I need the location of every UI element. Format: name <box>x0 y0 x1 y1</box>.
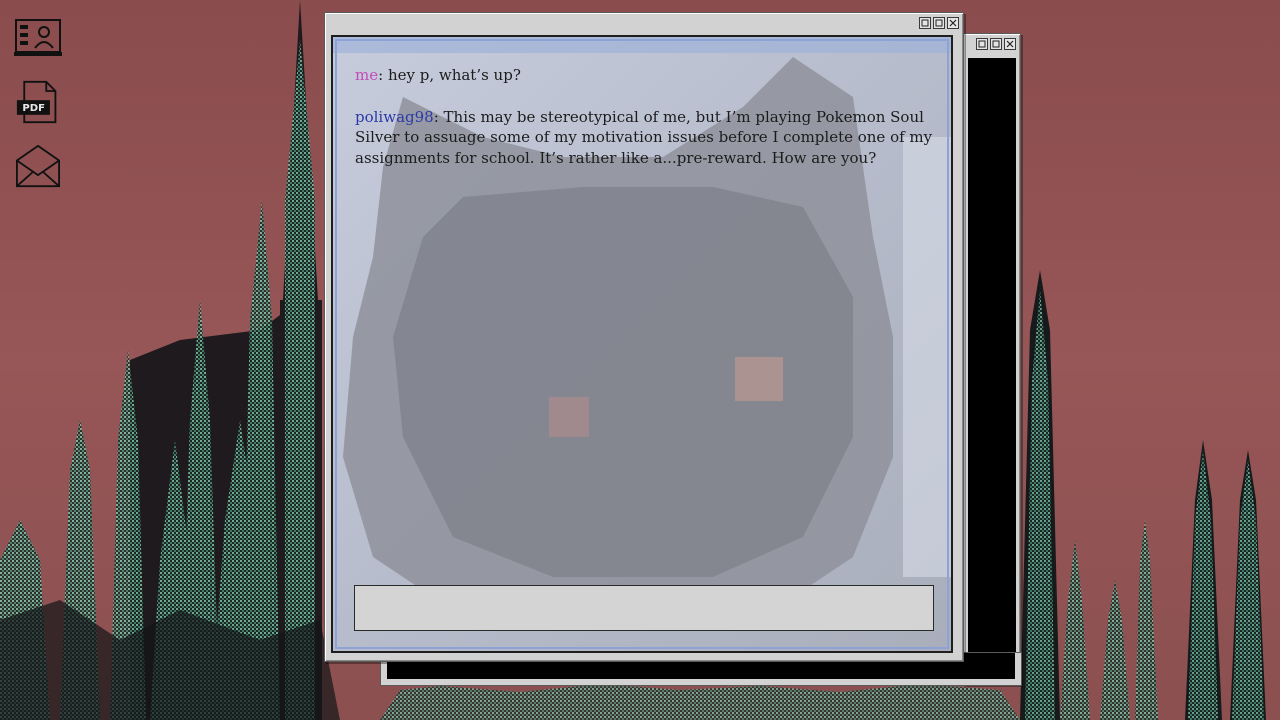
chat-log: me: hey p, what’s up? poliwag98: This ma… <box>355 65 935 189</box>
secondary-window-titlebar[interactable] <box>964 34 1020 56</box>
close-icon[interactable] <box>1004 38 1016 50</box>
chat-message: me: hey p, what’s up? <box>355 65 935 86</box>
maximize-icon[interactable] <box>933 17 945 29</box>
contact-card-icon-graphic <box>14 19 62 56</box>
minimize-icon[interactable] <box>976 38 988 50</box>
contact-card-icon[interactable] <box>12 16 64 60</box>
mail-envelope-icon[interactable] <box>12 144 64 188</box>
chat-content-area: me: hey p, what’s up? poliwag98: This ma… <box>331 35 953 653</box>
message-separator: : <box>378 66 388 84</box>
message-text: hey p, what’s up? <box>387 66 521 84</box>
message-separator: : <box>433 107 444 126</box>
chat-window[interactable]: me: hey p, what’s up? poliwag98: This ma… <box>324 12 964 662</box>
sender-name-me[interactable]: me <box>355 66 378 84</box>
pdf-file-icon-graphic: PDF <box>16 80 57 124</box>
maximize-icon[interactable] <box>990 38 1002 50</box>
chat-message: poliwag98: This may be stereotypical of … <box>355 107 935 169</box>
sender-name-poliwag98[interactable]: poliwag98 <box>355 108 434 126</box>
pdf-label: PDF <box>22 103 45 114</box>
chat-message-input[interactable] <box>354 585 934 631</box>
pdf-file-icon[interactable]: PDF <box>12 80 64 124</box>
secondary-window[interactable] <box>963 33 1021 685</box>
mail-envelope-icon-graphic <box>16 144 60 188</box>
close-icon[interactable] <box>947 17 959 29</box>
secondary-window-panel <box>968 58 1016 678</box>
chat-window-titlebar[interactable] <box>325 13 963 35</box>
minimize-icon[interactable] <box>919 17 931 29</box>
